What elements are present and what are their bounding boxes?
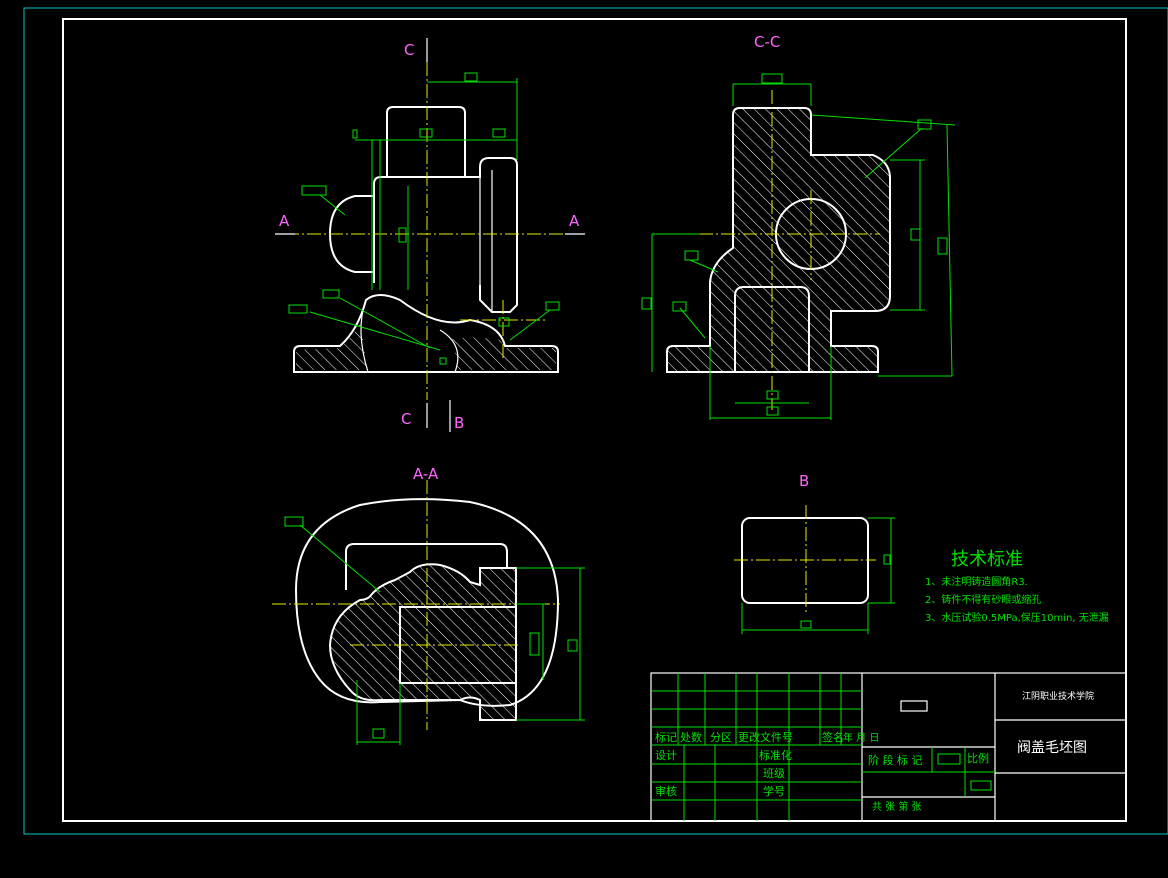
title-student-no: 学号 <box>763 784 785 798</box>
title-header-3: 分区 <box>710 731 732 744</box>
title-sheets: 共 张 第 张 <box>872 800 922 813</box>
section-aa-label: A-A <box>413 465 439 483</box>
title-class: 班级 <box>763 767 785 780</box>
section-cc-view <box>641 73 956 420</box>
section-label-a-right: A <box>569 212 580 230</box>
title-header-6: 年 月 日 <box>843 731 879 744</box>
title-header-5: 签名 <box>822 730 844 744</box>
tech-title: 技术标准 <box>951 549 1023 570</box>
cad-drawing: C C B A A C-C A-A B 技术标准 1、未注明铸造圆角R3. 2、… <box>23 7 1168 835</box>
front-view <box>275 38 585 432</box>
title-header-4: 更改文件号 <box>738 730 793 744</box>
title-design: 设计 <box>655 749 677 762</box>
title-audit: 审核 <box>655 784 677 798</box>
title-drawing-name: 阀盖毛坯图 <box>1017 740 1087 756</box>
tech-item-1: 1、未注明铸造圆角R3. <box>925 575 1028 588</box>
section-aa-view <box>272 480 585 745</box>
tech-item-2: 2、铸件不得有砂眼或缩孔 <box>925 593 1041 606</box>
section-label-c-bottom: C <box>401 410 411 428</box>
section-label-a-left: A <box>279 212 290 230</box>
section-cc-label: C-C <box>754 33 780 51</box>
title-header-2: 处数 <box>680 731 702 744</box>
title-stage: 阶 段 标 记 <box>868 753 923 767</box>
tech-item-3: 3、水压试验0.5MPa,保压10min, 无泄漏 <box>925 611 1109 624</box>
drawing-frame <box>62 18 1127 822</box>
view-label-b-marker: B <box>454 414 464 432</box>
outer-border <box>23 7 1168 835</box>
section-label-c-top: C <box>404 41 414 59</box>
title-scale: 比例 <box>967 751 989 765</box>
view-b <box>734 505 895 634</box>
title-standardize: 标准化 <box>759 748 792 762</box>
title-header-1: 标记 <box>655 730 677 744</box>
view-b-label: B <box>799 472 809 490</box>
title-school: 江阴职业技术学院 <box>1022 690 1094 702</box>
